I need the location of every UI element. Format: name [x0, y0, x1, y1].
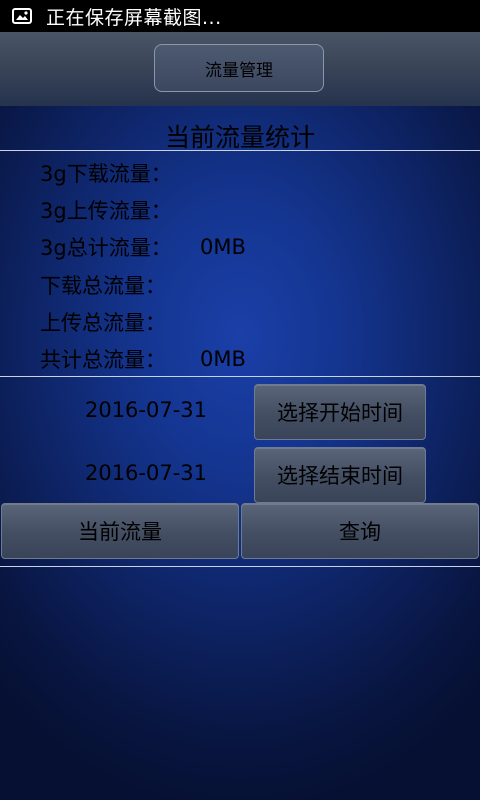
stat-row-3g-total: 3g总计流量： 0MB [40, 232, 246, 262]
stat-row-3g-upload: 3g上传流量： [40, 195, 200, 225]
stat-label: 共计总流量： [40, 348, 166, 372]
select-start-time-button[interactable]: 选择开始时间 [254, 384, 426, 440]
stat-label: 3g上传流量： [40, 199, 172, 223]
stat-row-3g-download: 3g下载流量： [40, 158, 200, 188]
status-bar: 正在保存屏幕截图... [0, 0, 480, 32]
stat-value: 0MB [200, 235, 246, 259]
current-traffic-button[interactable]: 当前流量 [1, 503, 239, 559]
screenshot-image-icon [12, 8, 32, 24]
divider [0, 376, 480, 377]
stat-label: 3g下载流量： [40, 162, 172, 186]
section-title: 当前流量统计 [164, 123, 315, 152]
status-notification-text: 正在保存屏幕截图... [46, 6, 222, 29]
divider [0, 150, 480, 151]
end-date-text: 2016-07-31 [84, 461, 208, 485]
stat-label: 下载总流量： [40, 274, 166, 298]
start-date-text: 2016-07-31 [84, 398, 208, 422]
stat-label: 上传总流量： [40, 311, 166, 335]
traffic-management-tab[interactable]: 流量管理 [154, 44, 324, 92]
query-button[interactable]: 查询 [241, 503, 479, 559]
stat-label: 3g总计流量： [40, 236, 172, 260]
stat-row-download-total: 下载总流量： [40, 270, 200, 300]
stat-value: 0MB [200, 347, 246, 371]
stat-row-upload-total: 上传总流量： [40, 307, 200, 337]
divider [0, 566, 480, 567]
select-end-time-button[interactable]: 选择结束时间 [254, 447, 426, 503]
stat-row-grand-total: 共计总流量： 0MB [40, 344, 246, 374]
